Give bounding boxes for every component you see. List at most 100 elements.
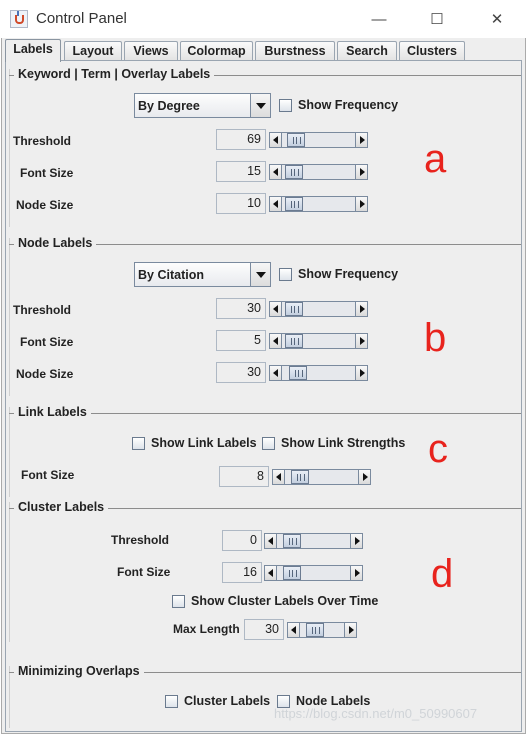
slider-thumb[interactable] (289, 366, 308, 380)
node-font-size-slider[interactable] (269, 333, 368, 349)
slider-thumb[interactable] (283, 534, 302, 548)
max-length-field[interactable]: 30 (244, 619, 284, 640)
keyword-label-mode-select[interactable]: By Degree (134, 93, 271, 118)
tab-views[interactable]: Views (124, 41, 178, 61)
window-title: Control Panel (36, 10, 127, 27)
node-threshold-field[interactable]: 30 (216, 298, 266, 319)
tab-search[interactable]: Search (337, 41, 397, 61)
node-label-mode-select[interactable]: By Citation (134, 262, 271, 287)
checkbox-box[interactable] (132, 436, 145, 450)
node-node-size-slider[interactable] (269, 365, 368, 381)
keyword-node-size-label: Node Size (16, 198, 74, 212)
checkbox-box[interactable] (279, 98, 292, 112)
keyword-threshold-field[interactable]: 69 (216, 129, 266, 150)
slider-right-arrow-icon[interactable] (350, 566, 362, 580)
slider-thumb[interactable] (291, 470, 310, 484)
close-button[interactable]: ✕ (474, 8, 520, 32)
cluster-font-size-slider[interactable] (264, 565, 363, 581)
show-link-labels-checkbox[interactable]: Show Link Labels (132, 436, 257, 450)
slider-thumb[interactable] (285, 197, 304, 211)
slider-right-arrow-icon[interactable] (355, 197, 367, 211)
keyword-font-size-slider[interactable] (269, 164, 368, 180)
slider-left-arrow-icon[interactable] (270, 165, 282, 179)
keyword-show-frequency-checkbox[interactable]: Show Frequency (279, 98, 398, 112)
checkbox-box[interactable] (165, 694, 178, 708)
checkbox-box[interactable] (262, 436, 275, 450)
slider-left-arrow-icon[interactable] (288, 623, 300, 637)
link-font-size-slider[interactable] (272, 469, 371, 485)
chevron-down-icon[interactable] (250, 94, 270, 117)
group-border (9, 666, 10, 728)
slider-right-arrow-icon[interactable] (355, 165, 367, 179)
slider-thumb[interactable] (306, 623, 325, 637)
cluster-threshold-slider[interactable] (264, 533, 363, 549)
link-font-size-field[interactable]: 8 (219, 466, 269, 487)
slider-thumb[interactable] (283, 566, 302, 580)
group-border (9, 407, 10, 497)
checkbox-label: Show Link Strengths (281, 436, 406, 450)
node-node-size-field[interactable]: 30 (216, 362, 266, 383)
slider-left-arrow-icon[interactable] (265, 566, 277, 580)
slider-right-arrow-icon[interactable] (355, 302, 367, 316)
keyword-threshold-slider[interactable] (269, 132, 368, 148)
group-border (9, 502, 10, 642)
labels-tab-panel: Keyword | Term | Overlay Labels By Degre… (5, 60, 522, 732)
annotation-c: c (428, 427, 448, 471)
annotation-a: a (424, 137, 447, 181)
slider-thumb[interactable] (285, 334, 304, 348)
chevron-down-icon[interactable] (250, 263, 270, 286)
show-link-strengths-checkbox[interactable]: Show Link Strengths (262, 436, 405, 450)
node-labels-title: Node Labels (14, 236, 97, 250)
tab-labels[interactable]: Labels (5, 39, 61, 62)
cluster-threshold-field[interactable]: 0 (222, 530, 262, 551)
minimize-button[interactable]: — (356, 8, 402, 32)
tab-clusters[interactable]: Clusters (399, 41, 465, 61)
slider-right-arrow-icon[interactable] (358, 470, 370, 484)
slider-right-arrow-icon[interactable] (344, 623, 356, 637)
select-value: By Citation (138, 268, 204, 282)
group-border (9, 69, 10, 227)
maximize-button[interactable]: ☐ (414, 8, 460, 32)
title-bar: Control Panel — ☐ ✕ (0, 0, 527, 38)
node-node-size-label: Node Size (16, 367, 74, 381)
slider-left-arrow-icon[interactable] (270, 133, 282, 147)
slider-right-arrow-icon[interactable] (350, 534, 362, 548)
slider-thumb[interactable] (285, 302, 304, 316)
checkbox-label: Show Frequency (298, 267, 399, 281)
slider-left-arrow-icon[interactable] (270, 302, 282, 316)
node-show-frequency-checkbox[interactable]: Show Frequency (279, 267, 398, 281)
java-app-icon (10, 10, 28, 28)
cluster-font-size-field[interactable]: 16 (222, 562, 262, 583)
slider-thumb[interactable] (285, 165, 304, 179)
minimizing-overlaps-title: Minimizing Overlaps (14, 664, 144, 678)
tab-burstness[interactable]: Burstness (255, 41, 335, 61)
slider-left-arrow-icon[interactable] (270, 197, 282, 211)
control-panel-body: Labels Layout Views Colormap Burstness S… (1, 38, 526, 734)
node-font-size-field[interactable]: 5 (216, 330, 266, 351)
slider-right-arrow-icon[interactable] (355, 334, 367, 348)
link-labels-title: Link Labels (14, 405, 91, 419)
slider-right-arrow-icon[interactable] (355, 366, 367, 380)
annotation-b: b (424, 316, 447, 360)
slider-left-arrow-icon[interactable] (270, 334, 282, 348)
slider-thumb[interactable] (287, 133, 306, 147)
max-length-slider[interactable] (287, 622, 357, 638)
checkbox-box[interactable] (172, 594, 185, 608)
cluster-font-size-label: Font Size (117, 565, 171, 579)
checkbox-box[interactable] (279, 267, 292, 281)
slider-left-arrow-icon[interactable] (273, 470, 285, 484)
tab-colormap[interactable]: Colormap (180, 41, 253, 61)
minimize-cluster-labels-checkbox[interactable]: Cluster Labels (165, 694, 270, 708)
keyword-node-size-slider[interactable] (269, 196, 368, 212)
tab-layout[interactable]: Layout (64, 41, 122, 61)
node-threshold-slider[interactable] (269, 301, 368, 317)
keyword-threshold-label: Threshold (13, 134, 72, 148)
show-cluster-labels-over-time-checkbox[interactable]: Show Cluster Labels Over Time (172, 594, 378, 608)
node-font-size-label: Font Size (20, 335, 74, 349)
keyword-font-size-field[interactable]: 15 (216, 161, 266, 182)
keyword-node-size-field[interactable]: 10 (216, 193, 266, 214)
slider-left-arrow-icon[interactable] (265, 534, 277, 548)
cluster-threshold-label: Threshold (111, 533, 170, 547)
slider-right-arrow-icon[interactable] (355, 133, 367, 147)
slider-left-arrow-icon[interactable] (270, 366, 282, 380)
